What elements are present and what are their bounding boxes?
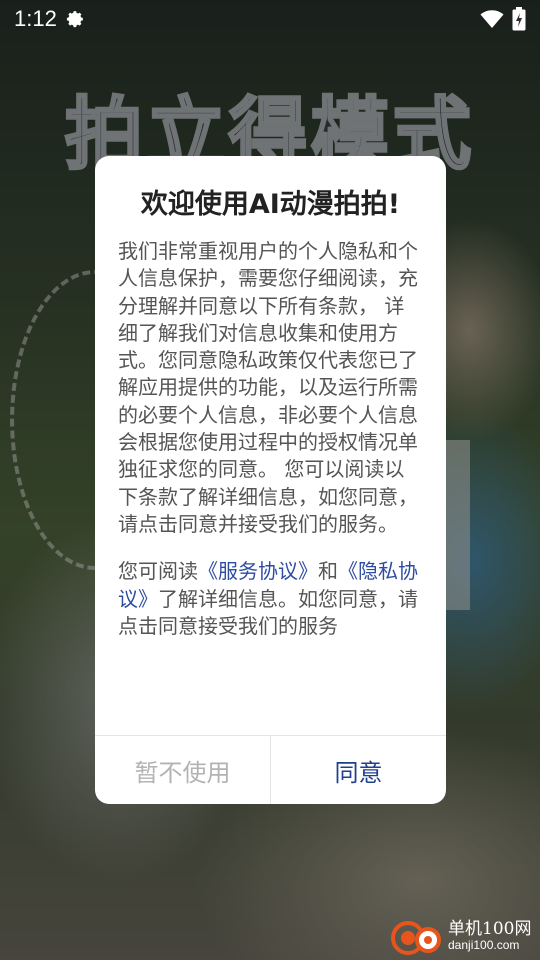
dialog-body: 我们非常重视用户的个人隐私和个人信息保护，需要您仔细阅读，充分理解并同意以下所有… — [118, 238, 423, 640]
dialog-paragraph-intro: 我们非常重视用户的个人隐私和个人信息保护，需要您仔细阅读，充分理解并同意以下所有… — [118, 239, 418, 536]
agree-button[interactable]: 同意 — [271, 736, 446, 804]
watermark-text: 单机100网 danji100.com — [448, 920, 531, 952]
status-bar: 1:12 — [0, 0, 540, 38]
links-and: 和 — [318, 559, 338, 584]
battery-charging-icon — [512, 7, 526, 31]
dialog-title: 欢迎使用AI动漫拍拍! — [140, 189, 401, 220]
dialog-paragraph-links: 您可阅读《服务协议》和《隐私协议》了解详细信息。如您同意，请点击同意接受我们的服… — [118, 558, 423, 640]
privacy-dialog: 欢迎使用AI动漫拍拍! 我们非常重视用户的个人隐私和个人信息保护，需要您仔细阅读… — [95, 156, 446, 804]
watermark-url: danji100.com — [448, 937, 520, 952]
decline-button[interactable]: 暂不使用 — [95, 736, 271, 804]
dialog-button-bar: 暂不使用 同意 — [95, 735, 446, 804]
links-prefix: 您可阅读 — [118, 559, 198, 584]
watermark: 单机100网 danji100.com — [390, 912, 540, 960]
service-agreement-link[interactable]: 《服务协议》 — [198, 559, 318, 583]
links-suffix: 了解详细信息。如您同意，请点击同意接受我们的服务 — [118, 586, 418, 638]
gear-icon — [66, 11, 83, 28]
wifi-icon — [480, 10, 504, 29]
status-time: 1:12 — [14, 6, 57, 31]
watermark-title: 单机100网 — [448, 919, 532, 940]
status-icons — [480, 7, 526, 31]
danji100-logo-icon — [391, 921, 441, 955]
